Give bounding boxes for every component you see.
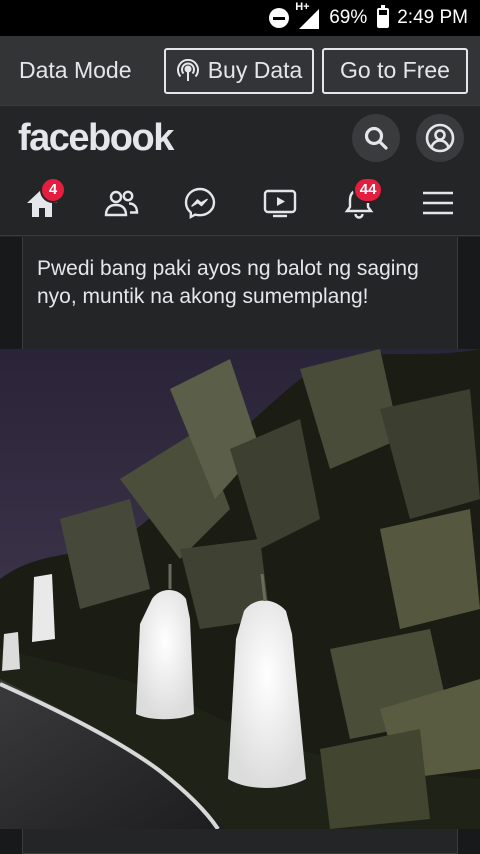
broadcast-icon	[176, 58, 199, 81]
tab-friends[interactable]	[99, 181, 143, 225]
search-icon	[364, 126, 388, 150]
tab-bar: 4 44	[0, 170, 480, 236]
facebook-logo[interactable]: facebook	[18, 117, 336, 160]
post-text-card: Pwedi bang paki ayos ng balot ng saging …	[22, 237, 458, 349]
go-to-free-label: Go to Free	[340, 57, 450, 83]
menu-icon	[422, 191, 453, 214]
app-header: facebook	[0, 106, 480, 170]
feed-post: Pwedi bang paki ayos ng balot ng saging …	[0, 237, 480, 854]
friends-icon	[104, 190, 139, 216]
search-button[interactable]	[352, 114, 400, 162]
home-badge: 4	[40, 176, 66, 203]
post-footer-edge	[22, 829, 458, 854]
go-to-free-button[interactable]: Go to Free	[322, 47, 468, 94]
tab-menu[interactable]	[416, 181, 460, 225]
status-bar: H+ 69% 2:49 PM	[0, 0, 480, 36]
banana-trees-photo	[0, 349, 480, 829]
buy-data-label: Buy Data	[207, 57, 303, 83]
data-mode-bar: Data Mode Buy Data Go to Free	[0, 36, 480, 106]
profile-button[interactable]	[416, 114, 464, 162]
clock: 2:49 PM	[397, 7, 468, 28]
post-text: Pwedi bang paki ayos ng balot ng saging …	[37, 257, 419, 308]
tab-home[interactable]: 4	[20, 176, 66, 225]
profile-icon	[425, 123, 455, 153]
tab-messenger[interactable]	[178, 181, 222, 225]
tab-notifications[interactable]: 44	[337, 176, 384, 225]
tab-watch[interactable]	[258, 181, 302, 225]
battery-percent: 69%	[329, 7, 368, 28]
signal-icon: H+	[295, 1, 321, 29]
data-mode-label: Data Mode	[19, 57, 132, 83]
battery-icon	[377, 5, 390, 28]
notifications-badge: 44	[352, 176, 384, 203]
do-not-disturb-icon	[269, 8, 290, 28]
messenger-icon	[185, 187, 216, 219]
post-footer	[0, 829, 480, 854]
watch-icon	[263, 189, 296, 217]
buy-data-button[interactable]: Buy Data	[164, 47, 314, 94]
post-photo[interactable]	[0, 349, 480, 829]
battery-level	[379, 14, 388, 26]
